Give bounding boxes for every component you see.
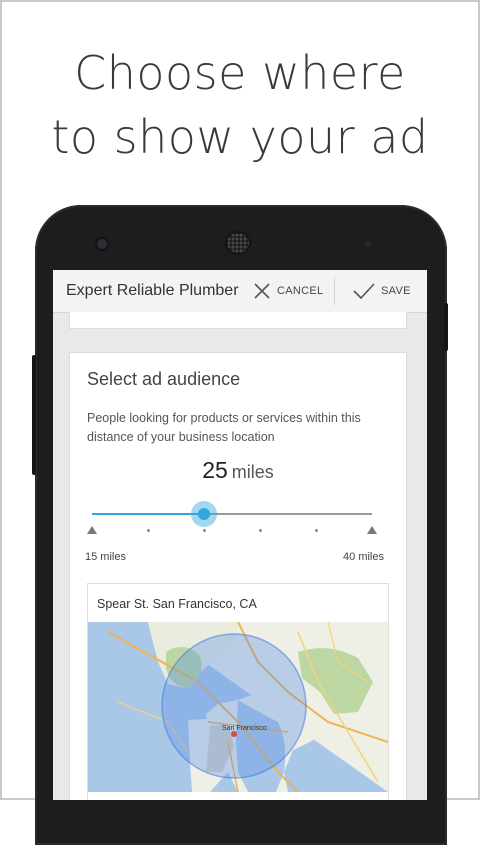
card-title: Select ad audience (87, 369, 241, 389)
ad-title: Expert Reliable Plumber (66, 282, 239, 299)
earpiece-speaker-icon (227, 233, 249, 253)
map-graphic (88, 622, 388, 792)
action-bar: Expert Reliable Plumber CANCEL SAVE (53, 270, 427, 313)
phone-power-button (444, 303, 448, 351)
distance-unit: miles (231, 462, 274, 482)
checkmark-icon (353, 283, 375, 300)
action-bar-divider (334, 277, 335, 305)
distance-slider[interactable] (87, 501, 377, 534)
slider-tick (203, 529, 206, 532)
slider-min-marker-icon (87, 526, 97, 534)
slider-tick (147, 529, 150, 532)
distance-value: 25 (202, 457, 228, 483)
map-address: Spear St. San Francisco, CA (97, 597, 257, 611)
phone-volume-button (32, 355, 36, 475)
previous-card-edge (69, 312, 407, 329)
distance-readout: 25 miles (70, 457, 406, 484)
save-label: SAVE (381, 285, 411, 297)
front-camera-icon (97, 239, 107, 249)
location-map[interactable]: San Francisco (88, 622, 388, 792)
headline-line-1: Choose where (74, 46, 406, 100)
slider-min-label: 15 miles (85, 551, 126, 563)
slider-thumb[interactable] (198, 508, 210, 520)
save-button[interactable]: SAVE (353, 270, 411, 312)
slider-track-rest (204, 513, 372, 515)
audience-description: People looking for products or services … (87, 411, 361, 444)
slider-tick (315, 529, 318, 532)
headline-line-2: to show your ad (51, 110, 429, 164)
slider-max-marker-icon (367, 526, 377, 534)
map-city-label: San Francisco (222, 725, 267, 732)
audience-card: Select ad audience People looking for pr… (69, 352, 407, 800)
slider-max-label: 40 miles (343, 551, 384, 563)
slider-track-active (92, 513, 204, 515)
cancel-button[interactable]: CANCEL (253, 270, 323, 312)
close-icon (254, 283, 270, 299)
slider-tick (259, 529, 262, 532)
cancel-label: CANCEL (277, 285, 324, 297)
map-card: Spear St. San Francisco, CA San Francisc… (87, 583, 389, 800)
proximity-sensor (365, 241, 371, 247)
phone-screen: Expert Reliable Plumber CANCEL SAVE Sele… (53, 270, 427, 800)
